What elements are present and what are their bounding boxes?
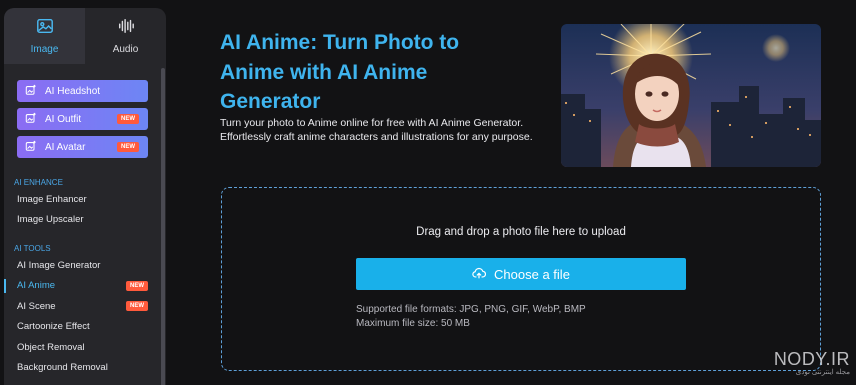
ai-avatar-label: AI Avatar bbox=[45, 141, 86, 153]
watermark-subtext: مجله اینترنتی نودی bbox=[795, 369, 850, 376]
nav-item-ai-scene[interactable]: AI Scene NEW bbox=[4, 296, 166, 317]
enhance-nav-list: Image Enhancer Image Upscaler bbox=[4, 189, 166, 230]
hero-image-anime-girl-fireworks bbox=[561, 24, 821, 167]
max-file-size-text: Maximum file size: 50 MB bbox=[356, 318, 470, 329]
image-icon bbox=[36, 17, 54, 38]
new-badge: NEW bbox=[117, 114, 139, 124]
nav-item-label: AI Scene bbox=[17, 300, 56, 312]
upload-dropzone[interactable]: Drag and drop a photo file here to uploa… bbox=[221, 187, 821, 371]
nav-item-object-removal[interactable]: Object Removal bbox=[4, 337, 166, 358]
tools-nav-list: AI Image Generator AI Anime NEW AI Scene… bbox=[4, 255, 166, 378]
tab-audio[interactable]: Audio bbox=[85, 8, 166, 64]
watermark-text: NODY.IR bbox=[773, 349, 850, 369]
waveform-icon bbox=[117, 17, 135, 38]
ai-outfit-label: AI Outfit bbox=[45, 113, 82, 125]
page: Image Audio AI Headshot AI Outfit NEW AI… bbox=[0, 0, 856, 385]
ai-avatar-button[interactable]: AI Avatar NEW bbox=[17, 136, 148, 158]
upload-prompt: Drag and drop a photo file here to uploa… bbox=[416, 226, 626, 238]
page-title: AI Anime: Turn Photo to Anime with AI An… bbox=[220, 31, 460, 113]
sidebar-tabs: Image Audio bbox=[4, 8, 166, 64]
nav-item-cartoonize-effect[interactable]: Cartoonize Effect bbox=[4, 317, 166, 338]
page-description: Turn your photo to Anime online for free… bbox=[220, 117, 533, 143]
cloud-upload-icon bbox=[472, 266, 487, 283]
section-title-ai-enhance: AI ENHANCE bbox=[14, 178, 63, 187]
ai-tool-buttons: AI Headshot AI Outfit NEW AI Avatar NEW bbox=[4, 80, 166, 158]
nav-item-ai-image-generator[interactable]: AI Image Generator bbox=[4, 255, 166, 276]
watermark: NODY.IR مجله اینترنتی نودی bbox=[770, 349, 850, 376]
sparkle-image-icon bbox=[25, 112, 37, 127]
tab-image-label: Image bbox=[30, 44, 59, 55]
nav-item-label: Object Removal bbox=[17, 341, 85, 353]
ai-headshot-label: AI Headshot bbox=[45, 85, 101, 97]
nav-item-label: Cartoonize Effect bbox=[17, 321, 90, 333]
nav-item-label: AI Anime bbox=[17, 280, 56, 292]
new-badge: NEW bbox=[126, 301, 148, 311]
nav-item-label: Background Removal bbox=[17, 362, 108, 374]
choose-file-button[interactable]: Choose a file bbox=[356, 258, 686, 290]
nav-item-image-enhancer[interactable]: Image Enhancer bbox=[4, 189, 166, 210]
ai-headshot-button[interactable]: AI Headshot bbox=[17, 80, 148, 102]
upload-requirements: Supported file formats: JPG, PNG, GIF, W… bbox=[356, 303, 586, 331]
nav-item-label: AI Image Generator bbox=[17, 259, 101, 271]
tab-image[interactable]: Image bbox=[4, 8, 85, 64]
sparkle-image-icon bbox=[25, 140, 37, 155]
ai-outfit-button[interactable]: AI Outfit NEW bbox=[17, 108, 148, 130]
sparkle-image-icon bbox=[25, 84, 37, 99]
nav-item-image-upscaler[interactable]: Image Upscaler bbox=[4, 210, 166, 231]
new-badge: NEW bbox=[126, 280, 148, 291]
tab-audio-label: Audio bbox=[112, 44, 139, 55]
new-badge: NEW bbox=[117, 142, 139, 152]
nav-item-ai-anime[interactable]: AI Anime NEW bbox=[4, 276, 166, 297]
section-title-ai-tools: AI TOOLS bbox=[14, 244, 51, 253]
nav-item-background-removal[interactable]: Background Removal bbox=[4, 358, 166, 379]
choose-file-label: Choose a file bbox=[494, 266, 570, 282]
sidebar: Image Audio AI Headshot AI Outfit NEW AI… bbox=[4, 8, 166, 385]
supported-formats-text: Supported file formats: JPG, PNG, GIF, W… bbox=[356, 304, 586, 315]
sidebar-scrollbar[interactable] bbox=[161, 68, 165, 385]
